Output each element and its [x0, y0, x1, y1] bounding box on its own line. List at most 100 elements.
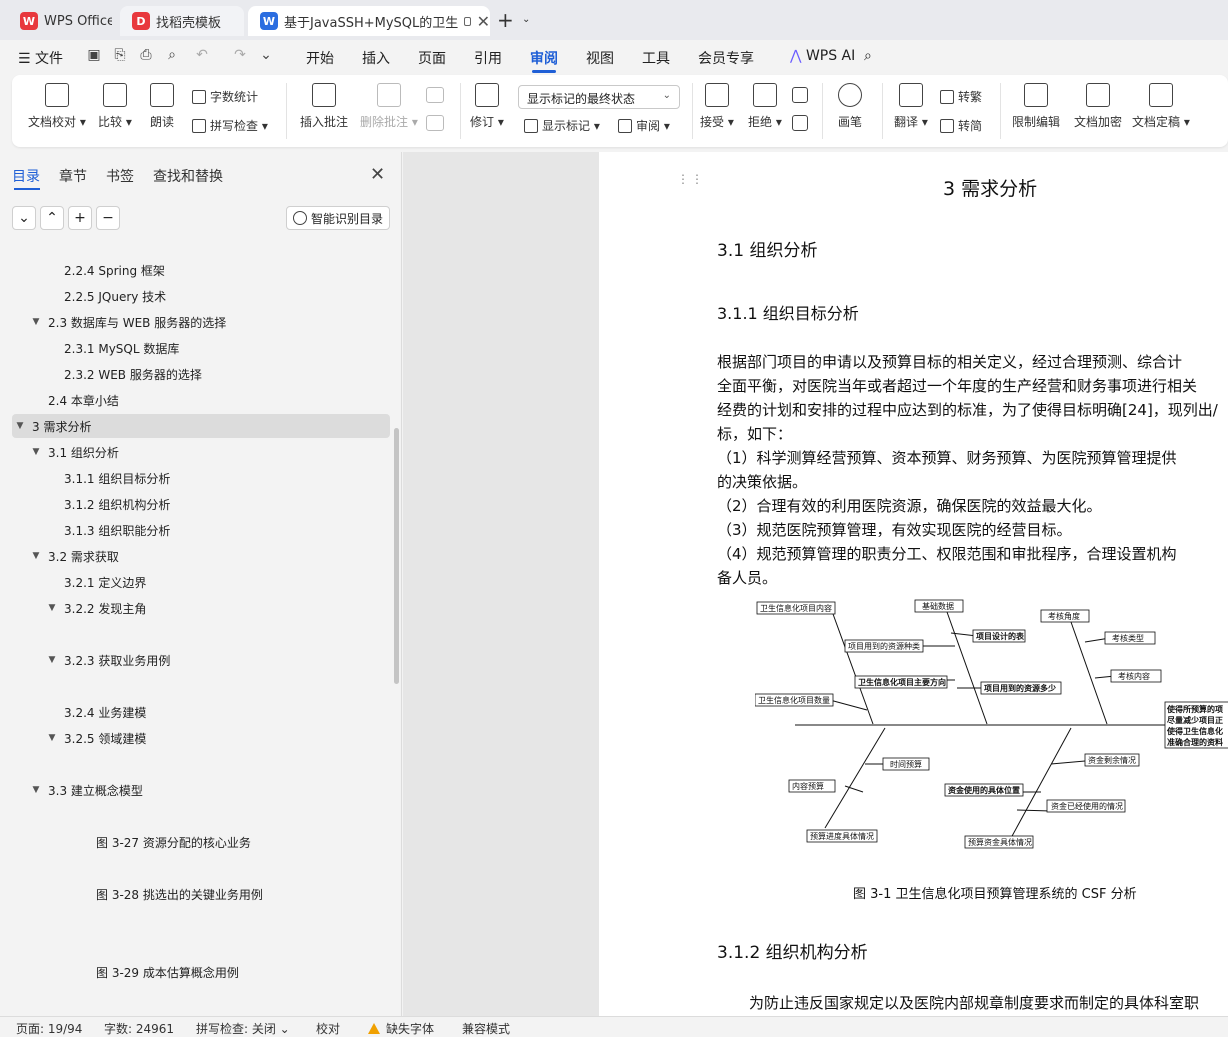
add-heading-icon[interactable]: +	[68, 206, 92, 230]
spell-check-button[interactable]: 拼写检查 ▾	[192, 117, 268, 134]
document-page[interactable]: ⋮⋮ 3 需求分析 3.1 组织分析 3.1.1 组织目标分析 根据部门项目的申…	[599, 152, 1228, 1016]
toc-item[interactable]: 3.2.1 定义边界	[12, 570, 390, 594]
heading-2: 3.1 组织分析	[717, 241, 818, 261]
compare-button[interactable]: 比较 ▾	[98, 83, 132, 130]
toc-item-label: 3.2.5 领域建模	[64, 731, 147, 746]
tab-docer-templates[interactable]: D 找稻壳模板	[120, 6, 244, 36]
nav-tab-chapters[interactable]: 章节	[59, 166, 87, 186]
word-count-indicator[interactable]: 字数: 24961	[104, 1020, 174, 1037]
toc-item[interactable]: 3.1.2 组织机构分析	[12, 492, 390, 516]
more-chevron-icon[interactable]: ⌄	[258, 47, 274, 63]
expand-arrow-icon[interactable]: ▼	[28, 785, 44, 795]
prev-comment-button[interactable]	[426, 87, 444, 109]
drag-handle-icon[interactable]: ⋮⋮	[677, 173, 705, 185]
toc-item[interactable]: ▼ 3.3 建立概念模型	[12, 778, 390, 802]
to-simplified-button[interactable]: 转简	[940, 117, 982, 134]
word-count-button[interactable]: 字数统计	[192, 88, 258, 105]
share-icon[interactable]: ⎘	[112, 47, 128, 63]
remove-heading-icon[interactable]: −	[96, 206, 120, 230]
read-aloud-button[interactable]: 朗读	[150, 83, 174, 130]
mark-state-select[interactable]: 显示标记的最终状态 ⌄	[518, 85, 680, 109]
nav-tab-bookmarks[interactable]: 书签	[106, 166, 134, 186]
menu-item-insert[interactable]: 插入	[362, 48, 390, 68]
expand-arrow-icon[interactable]: ▼	[44, 655, 60, 665]
nav-tab-toc[interactable]: 目录	[12, 166, 40, 186]
smart-toc-button[interactable]: 智能识别目录	[286, 206, 390, 230]
toc-item[interactable]: 2.2.5 JQuery 技术	[12, 284, 390, 308]
encrypt-button[interactable]: 文档加密	[1074, 83, 1122, 130]
toc-item[interactable]: ▼ 2.3 数据库与 WEB 服务器的选择	[12, 310, 390, 334]
toc-item[interactable]: ▼ 3.1 组织分析	[12, 440, 390, 464]
menu-item-start[interactable]: 开始	[306, 48, 334, 68]
expand-arrow-icon[interactable]: ▼	[28, 317, 44, 327]
chevron-down-icon[interactable]: ⌄	[522, 14, 530, 25]
brush-button[interactable]: 画笔	[838, 83, 862, 130]
toc-item[interactable]: 2.3.1 MySQL 数据库	[12, 336, 390, 360]
menu-item-page[interactable]: 页面	[418, 48, 446, 68]
save-icon[interactable]: ▣	[86, 47, 102, 63]
to-traditional-button[interactable]: 转繁	[940, 88, 982, 105]
spell-check-status[interactable]: 拼写检查: 关闭 ⌄	[196, 1020, 290, 1037]
new-tab-icon[interactable]: +	[497, 10, 514, 30]
undo-icon[interactable]: ↶	[194, 47, 210, 63]
toc-item[interactable]: ▼ 3.2.3 获取业务用例	[12, 648, 390, 672]
print-icon[interactable]: ⎙	[138, 47, 154, 63]
reject-button[interactable]: 拒绝 ▾	[748, 83, 782, 130]
menu-item-review[interactable]: 审阅	[530, 48, 558, 68]
toc-item[interactable]: 图 3-28 挑选出的关键业务用例	[12, 882, 390, 906]
menu-item-view[interactable]: 视图	[586, 48, 614, 68]
restrict-edit-button[interactable]: 限制编辑	[1012, 83, 1060, 130]
show-marks-button[interactable]: 显示标记 ▾	[524, 117, 600, 134]
search-icon[interactable]: ⌕	[864, 48, 872, 64]
toc-item[interactable]: 3.1.1 组织目标分析	[12, 466, 390, 490]
expand-arrow-icon[interactable]: ▼	[28, 447, 44, 457]
collapse-down-icon[interactable]: ⌄	[12, 206, 36, 230]
page-indicator[interactable]: 页面: 19/94	[16, 1020, 82, 1037]
review-pane-button[interactable]: 审阅 ▾	[618, 117, 670, 134]
nav-scrollbar[interactable]	[394, 428, 399, 684]
insert-comment-button[interactable]: 插入批注	[300, 83, 348, 130]
expand-arrow-icon[interactable]: ▼	[12, 421, 28, 431]
next-change-button[interactable]	[792, 115, 808, 137]
translate-button[interactable]: 翻译 ▾	[894, 83, 928, 130]
accept-button[interactable]: 接受 ▾	[700, 83, 734, 130]
toc-item[interactable]: ▼ 3.2.2 发现主角	[12, 596, 390, 620]
close-tab-icon[interactable]: ✕	[477, 12, 490, 31]
tab-bar: W WPS Office D 找稻壳模板 W 基于JavaSSH+MySQL的卫…	[0, 0, 1228, 40]
toc-item[interactable]: 图 3-27 资源分配的核心业务	[12, 830, 390, 854]
toc-item[interactable]: 3.2.4 业务建模	[12, 700, 390, 724]
toc-item[interactable]: 2.3.2 WEB 服务器的选择	[12, 362, 390, 386]
close-panel-icon[interactable]: ✕	[370, 164, 385, 185]
file-menu[interactable]: ☰ 文件	[18, 48, 63, 68]
delete-comment-button[interactable]: 删除批注 ▾	[360, 83, 418, 130]
toc-item[interactable]: ▼ 3.2.5 领域建模	[12, 726, 390, 750]
toc-item[interactable]: 2.2.4 Spring 框架	[12, 258, 390, 282]
tab-current-document[interactable]: W 基于JavaSSH+MySQL的卫生 ✕	[248, 6, 490, 36]
print-preview-icon[interactable]: ⌕	[164, 47, 180, 63]
next-comment-button[interactable]	[426, 115, 444, 137]
revise-button[interactable]: 修订 ▾	[470, 83, 504, 130]
toc-item[interactable]: 图 3-29 成本估算概念用例	[12, 960, 390, 984]
redo-icon[interactable]: ↷	[232, 47, 248, 63]
toc-item[interactable]: ▼ 3.2 需求获取	[12, 544, 390, 568]
comment-add-icon	[312, 83, 336, 107]
expand-arrow-icon[interactable]: ▼	[44, 733, 60, 743]
expand-arrow-icon[interactable]: ▼	[28, 551, 44, 561]
menu-item-reference[interactable]: 引用	[474, 48, 502, 68]
toc-item[interactable]: 2.4 本章小结	[12, 388, 390, 412]
tab-wps-office[interactable]: W WPS Office	[8, 6, 112, 36]
doc-check-button[interactable]: 文档校对 ▾	[28, 83, 86, 130]
wps-ai-button[interactable]: ⋀ WPS AI	[790, 48, 855, 64]
menu-item-tools[interactable]: 工具	[642, 48, 670, 68]
reject-icon	[752, 83, 777, 107]
collapse-up-icon[interactable]: ⌃	[40, 206, 64, 230]
expand-arrow-icon[interactable]: ▼	[44, 603, 60, 613]
finalize-button[interactable]: 文档定稿 ▾	[1132, 83, 1190, 130]
menu-item-member[interactable]: 会员专享	[698, 48, 754, 68]
nav-tab-find-replace[interactable]: 查找和替换	[153, 166, 223, 186]
proof-status[interactable]: 校对	[316, 1020, 340, 1037]
missing-font-status[interactable]: 缺失字体	[368, 1020, 434, 1037]
toc-item[interactable]: ▼ 3 需求分析	[12, 414, 390, 438]
toc-item[interactable]: 3.1.3 组织职能分析	[12, 518, 390, 542]
prev-change-button[interactable]	[792, 87, 808, 109]
